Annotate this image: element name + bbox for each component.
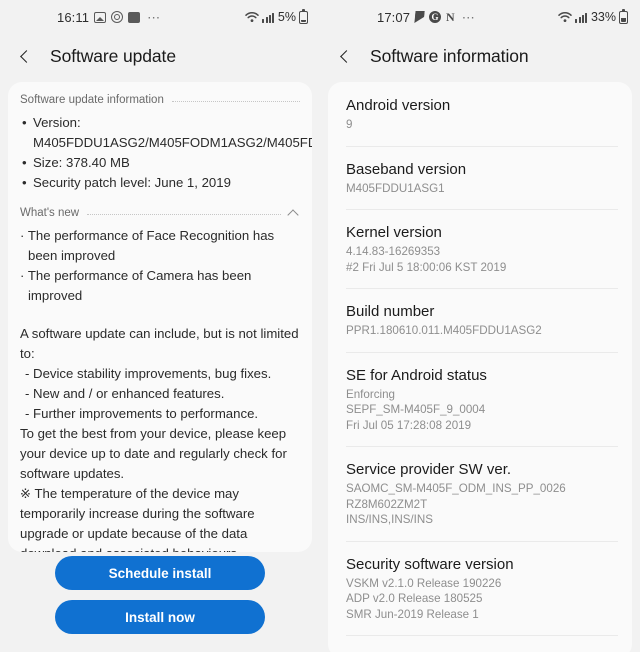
- schedule-install-button[interactable]: Schedule install: [55, 556, 265, 590]
- section-title: What's new: [20, 207, 80, 219]
- row-value: INS/INS,INS/INS: [346, 513, 433, 526]
- description-line: ※ The temperature of the device may temp…: [20, 486, 255, 552]
- list-item: Size: 378.40 MB: [20, 153, 300, 173]
- status-bar-right-group: 33%: [558, 0, 628, 34]
- update-info-card: Software update information Version: M40…: [8, 82, 312, 552]
- row-value: VSKM v2.1.0 Release 190226: [346, 576, 502, 590]
- list-item: · The performance of Face Recognition ha…: [20, 228, 275, 263]
- row-label: Android security patch level: [346, 648, 616, 652]
- more-dots-icon: ⋯: [147, 9, 162, 25]
- row-value: ADP v2.0 Release 180525: [346, 592, 483, 605]
- status-bar-right-group: 5%: [245, 0, 308, 34]
- status-time: 16:11: [57, 9, 90, 25]
- photo-icon: [94, 11, 107, 23]
- row-value: PPR1.180610.011.M405FDDU1ASG2: [346, 324, 542, 337]
- description-line: - Further improvements to performance.: [25, 406, 259, 421]
- table-row[interactable]: Android security patch level June 1, 201…: [328, 635, 632, 652]
- app-bar-left: Software update: [0, 34, 320, 78]
- status-time: 17:07: [377, 9, 411, 25]
- row-label: Baseband version: [346, 160, 467, 178]
- row-label: Service provider SW ver.: [346, 461, 512, 478]
- row-value: 4.14.83-16269353: [346, 245, 441, 258]
- dotted-divider: [171, 100, 300, 102]
- status-bar-left-group: 17:07 G N ⋯: [377, 10, 476, 25]
- row-value: Fri Jul 05 17:28:08 2019: [346, 418, 472, 432]
- table-row[interactable]: Service provider SW ver. SAOMC_SM-M405F_…: [328, 446, 632, 541]
- description-line: To get the best from your device, please…: [20, 426, 287, 481]
- wifi-icon: [245, 11, 260, 23]
- list-item: Security patch level: June 1, 2019: [20, 173, 300, 193]
- battery-percent-label: 5%: [277, 10, 296, 24]
- description-line: A software update can include, but is no…: [20, 326, 299, 361]
- software-update-information-header: Software update information: [20, 94, 300, 106]
- dotted-divider: [87, 213, 281, 215]
- row-label: Security software version: [346, 555, 514, 573]
- wifi-icon: [558, 11, 573, 23]
- page-title: Software update: [50, 45, 176, 66]
- chevron-up-icon[interactable]: [287, 208, 299, 221]
- section-title: Software update information: [20, 94, 164, 106]
- row-label: Kernel version: [346, 224, 442, 241]
- table-row[interactable]: Android version 9: [328, 82, 632, 146]
- row-value: SAOMC_SM-M405F_ODM_INS_PP_0026: [346, 482, 566, 495]
- app-bar-right: Software information: [320, 34, 640, 78]
- battery-icon: [299, 8, 308, 24]
- list-item: Version: M405FDDU1ASG2/M405FODM1ASG2/M40…: [20, 113, 312, 153]
- table-row[interactable]: Baseband version M405FDDU1ASG1: [328, 145, 632, 210]
- screenshot-pair: 16:11 ⋯ 5% Software update Software upda…: [0, 0, 640, 652]
- row-label: Build number: [346, 303, 435, 320]
- more-dots-icon: ⋯: [461, 9, 476, 25]
- signal-bars-icon: [575, 12, 587, 23]
- chrome-icon: G: [429, 11, 442, 23]
- action-buttons: Schedule install Install now: [0, 556, 320, 652]
- status-bar-right: 17:07 G N ⋯ 33%: [320, 0, 640, 34]
- row-label: Android version: [346, 97, 451, 114]
- table-row[interactable]: Security software version VSKM v2.1.0 Re…: [328, 540, 632, 636]
- status-bar-left-group: 16:11 ⋯: [57, 10, 161, 25]
- page-title: Software information: [370, 45, 529, 66]
- row-value: SEPF_SM-M405F_9_0004: [346, 403, 486, 416]
- description-line: - Device stability improvements, bug fix…: [25, 366, 272, 381]
- list-item: · The performance of Camera has been imp…: [20, 268, 252, 303]
- back-icon[interactable]: [12, 43, 38, 69]
- signal-bars-icon: [262, 12, 274, 23]
- netflix-icon: N: [446, 10, 455, 24]
- software-information-list: Android version 9 Baseband version M405F…: [328, 82, 632, 652]
- table-row[interactable]: Build number PPR1.180610.011.M405FDDU1AS…: [328, 288, 632, 352]
- instagram-icon: [111, 11, 124, 23]
- row-value: #2 Fri Jul 5 18:00:06 KST 2019: [346, 260, 507, 274]
- install-now-button[interactable]: Install now: [55, 600, 265, 634]
- row-value: Enforcing: [346, 387, 395, 401]
- update-info-bullets: Version: M405FDDU1ASG2/M405FODM1ASG2/M40…: [20, 113, 312, 193]
- row-value: RZ8M602ZM2T: [346, 497, 428, 511]
- row-value: SMR Jun-2019 Release 1: [346, 607, 479, 621]
- battery-icon: [619, 8, 628, 24]
- description-line: - New and / or enhanced features.: [25, 386, 225, 401]
- software-update-screen: 16:11 ⋯ 5% Software update Software upda…: [0, 0, 320, 652]
- table-row[interactable]: SE for Android status Enforcing SEPF_SM-…: [328, 351, 632, 447]
- software-information-screen: 17:07 G N ⋯ 33% Software information And…: [320, 0, 640, 652]
- table-row[interactable]: Kernel version 4.14.83-16269353 #2 Fri J…: [328, 209, 632, 288]
- row-value: M405FDDU1ASG1: [346, 181, 445, 195]
- update-description: A software update can include, but is no…: [20, 324, 300, 552]
- status-bar-left: 16:11 ⋯ 5%: [0, 0, 320, 34]
- back-icon[interactable]: [332, 43, 358, 69]
- whats-new-header[interactable]: What's new: [20, 207, 300, 221]
- battery-percent-label: 33%: [590, 10, 616, 24]
- row-label: SE for Android status: [346, 366, 487, 384]
- whats-new-list: · The performance of Face Recognition ha…: [20, 226, 300, 306]
- row-value: 9: [346, 118, 353, 131]
- news-icon: [128, 11, 141, 23]
- flag-icon: [414, 11, 425, 23]
